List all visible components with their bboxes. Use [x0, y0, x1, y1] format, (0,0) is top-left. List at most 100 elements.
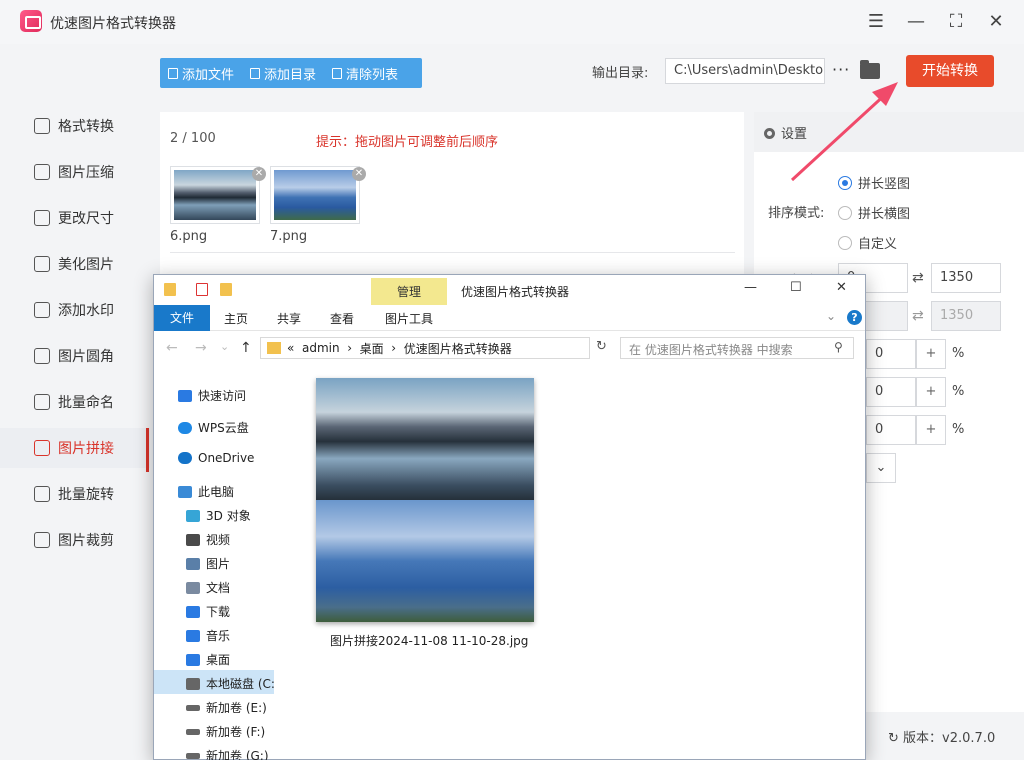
- recent-icon[interactable]: ⌄: [220, 340, 229, 353]
- tab-home[interactable]: 主页: [224, 310, 248, 327]
- swap-icon[interactable]: ⇄: [912, 270, 924, 286]
- height-input[interactable]: 1350: [931, 263, 1001, 293]
- nav-drive-e[interactable]: 新加卷 (E:): [186, 699, 267, 716]
- sidebar-item-label: 格式转换: [58, 119, 114, 135]
- nav-desktop[interactable]: 桌面: [186, 651, 230, 668]
- add-file-button[interactable]: 添加文件: [168, 64, 234, 83]
- folder-outline-icon: [250, 67, 261, 79]
- sidebar-item-resize[interactable]: 更改尺寸: [0, 198, 150, 238]
- breadcrumb-folder[interactable]: 优速图片格式转换器: [404, 340, 512, 357]
- trash-icon: [332, 67, 343, 79]
- sidebar-item-label: 美化图片: [58, 257, 114, 273]
- nav-quick-access[interactable]: 快速访问: [178, 387, 246, 404]
- refresh-icon[interactable]: ↻: [596, 339, 607, 354]
- nav-local-disk-c[interactable]: 本地磁盘 (C:): [186, 675, 274, 692]
- thumbnail-image: [274, 170, 356, 220]
- close-icon[interactable]: ✕: [984, 10, 1008, 34]
- divider: [170, 252, 735, 253]
- breadcrumb-desktop[interactable]: 桌面: [360, 340, 384, 357]
- nav-this-pc[interactable]: 此电脑: [178, 483, 234, 500]
- plus-button[interactable]: +: [916, 339, 946, 369]
- sidebar-item-beautify[interactable]: 美化图片: [0, 244, 150, 284]
- nav-videos[interactable]: 视频: [186, 531, 230, 548]
- radio-custom[interactable]: 自定义: [838, 233, 897, 252]
- back-icon[interactable]: ←: [166, 340, 178, 356]
- nav-label: 快速访问: [198, 389, 247, 403]
- fullscreen-icon[interactable]: ⛶: [944, 10, 968, 34]
- minimize-icon[interactable]: —: [904, 10, 928, 34]
- nav-label: 视频: [206, 533, 231, 547]
- breadcrumb-admin[interactable]: admin: [302, 341, 340, 355]
- sidebar-item-round-corner[interactable]: 图片圆角: [0, 336, 150, 376]
- spin-input[interactable]: 0: [866, 339, 916, 369]
- explorer-maximize-icon[interactable]: ☐: [790, 280, 802, 295]
- nav-label: 此电脑: [198, 485, 235, 499]
- sidebar-item-stitch[interactable]: 图片拼接: [0, 428, 150, 468]
- file-thumbnail[interactable]: [170, 166, 260, 224]
- nav-onedrive[interactable]: OneDrive: [178, 451, 254, 465]
- nav-drive-g[interactable]: 新加卷 (G:): [186, 747, 269, 760]
- radio-label: 拼长横图: [858, 207, 911, 222]
- file-thumbnail[interactable]: [270, 166, 360, 224]
- start-convert-button[interactable]: 开始转换: [906, 55, 994, 87]
- explorer-ribbon: [154, 305, 865, 331]
- address-bar[interactable]: « admin › 桌面 › 优速图片格式转换器: [260, 337, 590, 359]
- tab-file[interactable]: 文件: [154, 305, 210, 331]
- explorer-minimize-icon[interactable]: —: [744, 280, 757, 295]
- nav-drive-f[interactable]: 新加卷 (F:): [186, 723, 265, 740]
- sidebar-item-rotate[interactable]: 批量旋转: [0, 474, 150, 514]
- spin-input[interactable]: 0: [866, 415, 916, 445]
- remove-file-icon[interactable]: ✕: [252, 167, 266, 181]
- beautify-icon: [34, 256, 50, 272]
- tab-picture-tools[interactable]: 图片工具: [385, 310, 433, 327]
- new-folder-icon[interactable]: [220, 283, 232, 296]
- nav-3d-objects[interactable]: 3D 对象: [186, 507, 251, 524]
- dropdown-chevron-icon[interactable]: ⌄: [866, 453, 896, 483]
- tab-view[interactable]: 查看: [330, 310, 354, 327]
- clear-list-button[interactable]: 清除列表: [332, 64, 398, 83]
- app-title: 优速图片格式转换器: [50, 16, 176, 32]
- sidebar-item-format-convert[interactable]: 格式转换: [0, 106, 150, 146]
- spin-input[interactable]: 0: [866, 377, 916, 407]
- plus-button[interactable]: +: [916, 415, 946, 445]
- watermark-icon: [34, 302, 50, 318]
- add-dir-label: 添加目录: [264, 67, 317, 83]
- menu-icon[interactable]: ☰: [864, 10, 888, 34]
- manage-tab[interactable]: 管理: [371, 278, 447, 306]
- folder-icon: [267, 342, 281, 354]
- nav-wps-cloud[interactable]: WPS云盘: [178, 419, 249, 436]
- nav-documents[interactable]: 文档: [186, 579, 230, 596]
- search-input[interactable]: 在 优速图片格式转换器 中搜索: [620, 337, 854, 359]
- height2-input: 1350: [931, 301, 1001, 331]
- sidebar-item-crop[interactable]: 图片裁剪: [0, 520, 150, 560]
- nav-downloads[interactable]: 下载: [186, 603, 230, 620]
- forward-icon[interactable]: →: [195, 340, 207, 356]
- stitched-image-thumbnail[interactable]: [316, 378, 534, 622]
- properties-icon[interactable]: [196, 283, 208, 296]
- documents-icon: [186, 581, 200, 594]
- resize-icon: [34, 210, 50, 226]
- address-overflow[interactable]: «: [287, 341, 294, 355]
- round-corner-icon: [34, 348, 50, 364]
- sidebar-item-compress[interactable]: 图片压缩: [0, 152, 150, 192]
- sidebar-item-label: 图片圆角: [58, 349, 114, 365]
- nav-pictures[interactable]: 图片: [186, 555, 230, 572]
- sidebar-item-watermark[interactable]: 添加水印: [0, 290, 150, 330]
- explorer-close-icon[interactable]: ✕: [836, 280, 847, 295]
- file-count: 2 / 100: [170, 131, 216, 146]
- radio-horizontal[interactable]: 拼长横图: [838, 203, 910, 222]
- download-icon: [186, 605, 200, 618]
- nav-music[interactable]: 音乐: [186, 627, 230, 644]
- remove-file-icon[interactable]: ✕: [352, 167, 366, 181]
- drive-icon: [186, 704, 200, 711]
- star-icon: [178, 389, 192, 402]
- up-icon[interactable]: ↑: [240, 340, 252, 356]
- plus-button[interactable]: +: [916, 377, 946, 407]
- add-dir-button[interactable]: 添加目录: [250, 64, 316, 83]
- ribbon-collapse-icon[interactable]: ⌄: [826, 309, 836, 323]
- crop-icon: [34, 532, 50, 548]
- help-icon[interactable]: ?: [847, 310, 862, 325]
- sidebar-item-rename[interactable]: 批量命名: [0, 382, 150, 422]
- tab-share[interactable]: 共享: [277, 310, 301, 327]
- disk-icon: [186, 677, 200, 690]
